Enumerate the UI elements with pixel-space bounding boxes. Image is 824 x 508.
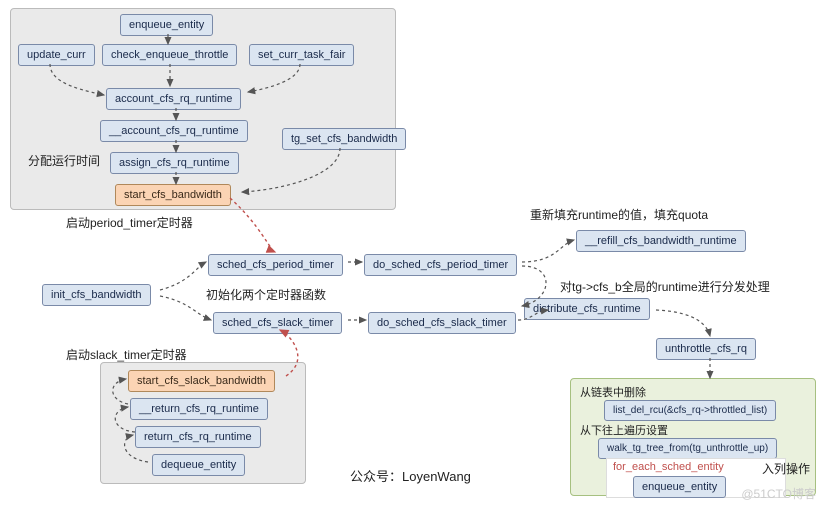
node-enqueue-entity: enqueue_entity	[120, 14, 213, 36]
node-update-curr: update_curr	[18, 44, 95, 66]
node-start-cfs-bandwidth: start_cfs_bandwidth	[115, 184, 231, 206]
node-tg-set-cfs-bandwidth: tg_set_cfs_bandwidth	[282, 128, 406, 150]
node-enqueue-entity-2: enqueue_entity	[633, 476, 726, 498]
label-credit: 公众号：LoyenWang	[350, 466, 471, 485]
node-account-cfs-rq-runtime: account_cfs_rq_runtime	[106, 88, 241, 110]
node-dequeue-entity: dequeue_entity	[152, 454, 245, 476]
node-set-curr-task-fair: set_curr_task_fair	[249, 44, 354, 66]
node-__account-cfs-rq-runtime: __account_cfs_rq_runtime	[100, 120, 248, 142]
label-enqueue-op: 入列操作	[762, 460, 810, 477]
node-refill-cfs-bandwidth-runtime: __refill_cfs_bandwidth_runtime	[576, 230, 746, 252]
node-sched-cfs-slack-timer: sched_cfs_slack_timer	[213, 312, 342, 334]
node-unthrottle-cfs-rq: unthrottle_cfs_rq	[656, 338, 756, 360]
node-check-enqueue-throttle: check_enqueue_throttle	[102, 44, 237, 66]
node-init-cfs-bandwidth: init_cfs_bandwidth	[42, 284, 151, 306]
node-sched-cfs-period-timer: sched_cfs_period_timer	[208, 254, 343, 276]
label-distribute-desc: 对tg->cfs_b全局的runtime进行分发处理	[560, 278, 770, 295]
node-__return-cfs-rq-runtime: __return_cfs_rq_runtime	[130, 398, 268, 420]
node-do-sched-cfs-period-timer: do_sched_cfs_period_timer	[364, 254, 517, 276]
node-distribute-cfs-runtime: distribute_cfs_runtime	[524, 298, 650, 320]
label-for-each-sched-entity: for_each_sched_entity	[613, 461, 724, 473]
watermark: @51CTO博客	[741, 485, 816, 502]
label-refill-desc: 重新填充runtime的值，填充quota	[530, 206, 708, 223]
label-from-list-delete: 从链表中删除	[580, 384, 646, 400]
label-start-slack-timer: 启动slack_timer定时器	[66, 346, 187, 363]
node-assign-cfs-rq-runtime: assign_cfs_rq_runtime	[110, 152, 239, 174]
node-return-cfs-rq-runtime: return_cfs_rq_runtime	[135, 426, 261, 448]
node-start-cfs-slack-bandwidth: start_cfs_slack_bandwidth	[128, 370, 275, 392]
node-do-sched-cfs-slack-timer: do_sched_cfs_slack_timer	[368, 312, 516, 334]
label-from-bottom-traverse: 从下往上遍历设置	[580, 422, 668, 438]
label-start-period-timer: 启动period_timer定时器	[66, 214, 193, 231]
node-list-del-rcu: list_del_rcu(&cfs_rq->throttled_list)	[604, 400, 776, 421]
label-assign-runtime: 分配运行时间	[28, 152, 100, 169]
node-walk-tg-tree-from: walk_tg_tree_from(tg_unthrottle_up)	[598, 438, 777, 459]
label-init-two-timers: 初始化两个定时器函数	[206, 286, 326, 303]
